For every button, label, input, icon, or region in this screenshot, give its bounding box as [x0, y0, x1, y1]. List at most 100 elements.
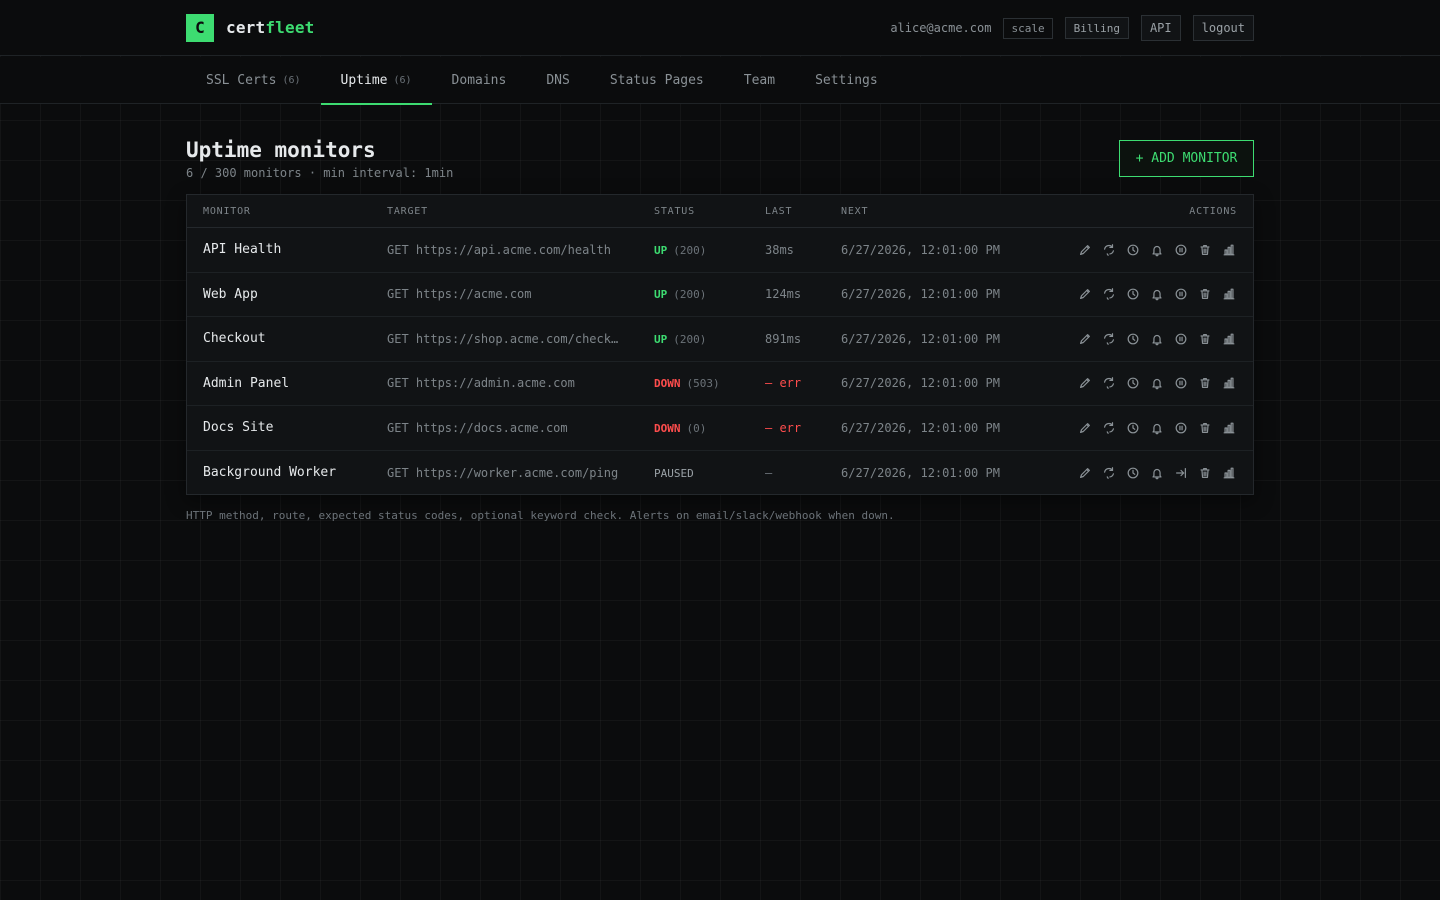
bell-icon[interactable]	[1149, 465, 1165, 481]
trash-icon[interactable]	[1197, 331, 1213, 347]
pencil-icon[interactable]	[1077, 242, 1093, 258]
bell-icon[interactable]	[1149, 242, 1165, 258]
tab-label: Settings	[815, 73, 878, 88]
logout-button[interactable]: logout	[1192, 15, 1254, 41]
pencil-icon[interactable]	[1077, 286, 1093, 302]
monitor-target: GET https://acme.com	[387, 287, 532, 302]
row-actions	[1069, 331, 1237, 347]
monitors-table: MONITOR TARGET STATUS LAST NEXT ACTIONS …	[186, 194, 1254, 495]
monitor-target: GET https://admin.acme.com	[387, 376, 575, 391]
monitor-target: GET https://shop.acme.com/check…	[387, 331, 619, 346]
row-actions	[1069, 242, 1237, 258]
bell-icon[interactable]	[1149, 331, 1165, 347]
tab-settings[interactable]: Settings	[795, 57, 898, 104]
bell-icon[interactable]	[1149, 375, 1165, 391]
column-header-next[interactable]: NEXT	[841, 206, 868, 217]
add-monitor-button[interactable]: + ADD MONITOR	[1119, 140, 1254, 177]
resume-icon[interactable]	[1173, 465, 1189, 481]
brand[interactable]: C certfleet	[186, 13, 315, 42]
column-header-last[interactable]: LAST	[765, 206, 792, 217]
clock-icon[interactable]	[1125, 375, 1141, 391]
status-badge: DOWN	[654, 421, 681, 435]
clock-icon[interactable]	[1125, 420, 1141, 436]
clock-icon[interactable]	[1125, 286, 1141, 302]
bar-chart-icon[interactable]	[1221, 465, 1237, 481]
monitor-name[interactable]: Admin Panel	[203, 376, 289, 391]
pause-icon[interactable]	[1173, 286, 1189, 302]
plan-badge: scale	[1003, 17, 1053, 39]
bar-chart-icon[interactable]	[1221, 375, 1237, 391]
column-header-target[interactable]: TARGET	[387, 206, 627, 217]
monitor-name[interactable]: API Health	[203, 242, 281, 257]
column-header-status[interactable]: STATUS	[654, 206, 695, 217]
bell-icon[interactable]	[1149, 286, 1165, 302]
pause-icon[interactable]	[1173, 331, 1189, 347]
monitor-name[interactable]: Background Worker	[203, 465, 336, 480]
table-row[interactable]: API Health GET https://api.acme.com/healt…	[187, 228, 1253, 273]
pause-icon[interactable]	[1173, 375, 1189, 391]
table-row[interactable]: Web App GET https://acme.com UP (200) 124ms 6…	[187, 273, 1253, 317]
refresh-icon[interactable]	[1101, 242, 1117, 258]
monitor-name[interactable]: Web App	[203, 287, 258, 302]
bar-chart-icon[interactable]	[1221, 420, 1237, 436]
tab-status-pages[interactable]: Status Pages	[590, 57, 724, 104]
bar-chart-icon[interactable]	[1221, 242, 1237, 258]
tab-ssl-certs[interactable]: SSL Certs (6)	[186, 57, 321, 104]
last-check: 124ms	[765, 287, 802, 302]
monitor-status: UP (200)	[654, 287, 706, 301]
table-row[interactable]: Docs Site GET https://docs.acme.com DOWN (0…	[187, 406, 1253, 451]
pencil-icon[interactable]	[1077, 465, 1093, 481]
api-button[interactable]: API	[1140, 15, 1181, 41]
trash-icon[interactable]	[1197, 375, 1213, 391]
status-code: (200)	[673, 288, 707, 302]
status-code: (0)	[686, 421, 707, 435]
status-code: (503)	[686, 377, 720, 391]
tab-label: Domains	[451, 73, 507, 88]
logo: C	[186, 13, 214, 42]
tab-team[interactable]: Team	[724, 57, 795, 104]
status-code: (200)	[673, 332, 707, 346]
trash-icon[interactable]	[1197, 242, 1213, 258]
next-check: 6/27/2026, 12:01:00 PM	[841, 376, 1000, 391]
clock-icon[interactable]	[1125, 242, 1141, 258]
refresh-icon[interactable]	[1101, 375, 1117, 391]
bell-icon[interactable]	[1149, 420, 1165, 436]
column-header-monitor[interactable]: MONITOR	[203, 206, 251, 217]
monitor-name[interactable]: Docs Site	[203, 420, 273, 435]
bar-chart-icon[interactable]	[1221, 286, 1237, 302]
monitor-status: DOWN (503)	[654, 376, 720, 390]
table-row[interactable]: Admin Panel GET https://admin.acme.com DOW…	[187, 362, 1253, 406]
tab-label: DNS	[546, 73, 570, 88]
bar-chart-icon[interactable]	[1221, 331, 1237, 347]
tab-label: SSL Certs	[206, 73, 277, 88]
pencil-icon[interactable]	[1077, 375, 1093, 391]
refresh-icon[interactable]	[1101, 465, 1117, 481]
monitor-name[interactable]: Checkout	[203, 331, 266, 346]
status-code: (200)	[673, 243, 707, 257]
tab-domains[interactable]: Domains	[432, 57, 527, 104]
table-row[interactable]: Checkout GET https://shop.acme.com/check……	[187, 317, 1253, 362]
last-check: — err	[765, 376, 802, 391]
row-actions	[1069, 420, 1237, 436]
clock-icon[interactable]	[1125, 465, 1141, 481]
last-check: —	[765, 465, 773, 480]
billing-button[interactable]: Billing	[1064, 17, 1129, 39]
tab-uptime[interactable]: Uptime (6)	[320, 57, 432, 105]
refresh-icon[interactable]	[1101, 420, 1117, 436]
last-check: — err	[765, 420, 802, 435]
monitor-target: GET https://docs.acme.com	[387, 420, 568, 435]
refresh-icon[interactable]	[1101, 331, 1117, 347]
table-row[interactable]: Background Worker GET https://worker.acme…	[187, 451, 1253, 496]
pause-icon[interactable]	[1173, 242, 1189, 258]
trash-icon[interactable]	[1197, 286, 1213, 302]
tab-dns[interactable]: DNS	[526, 57, 589, 104]
clock-icon[interactable]	[1125, 331, 1141, 347]
last-check: 38ms	[765, 242, 794, 257]
pencil-icon[interactable]	[1077, 331, 1093, 347]
trash-icon[interactable]	[1197, 465, 1213, 481]
pause-icon[interactable]	[1173, 420, 1189, 436]
trash-icon[interactable]	[1197, 420, 1213, 436]
pencil-icon[interactable]	[1077, 420, 1093, 436]
refresh-icon[interactable]	[1101, 286, 1117, 302]
column-header-actions: ACTIONS	[1189, 205, 1237, 217]
